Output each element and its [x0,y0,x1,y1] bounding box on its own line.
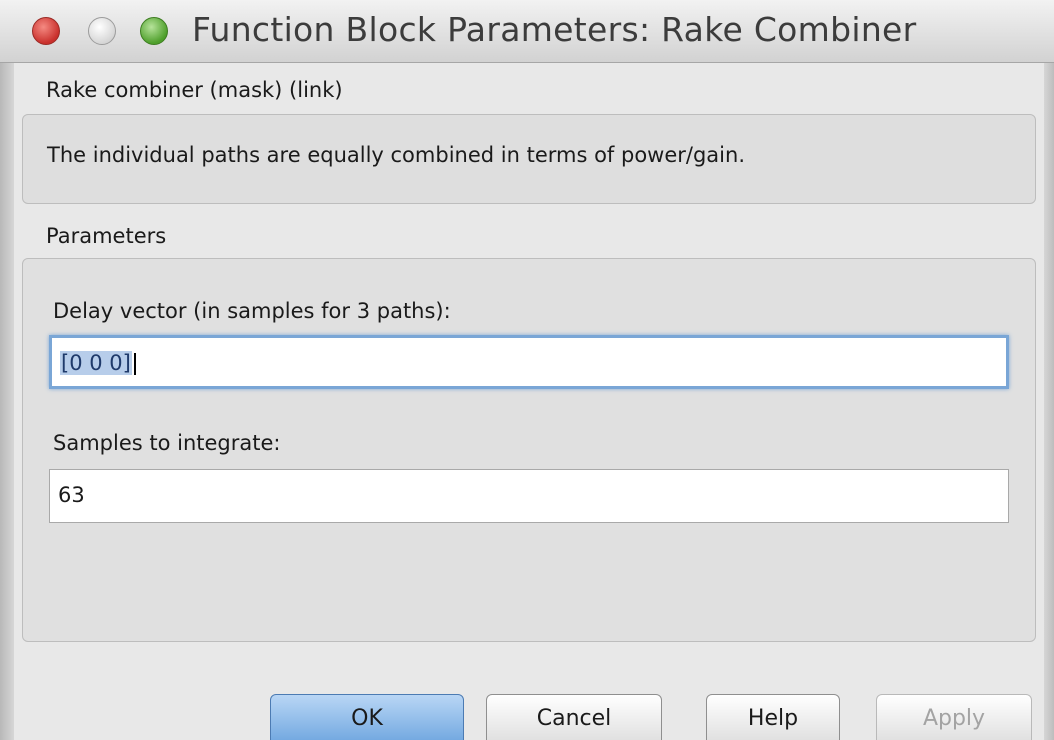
close-icon[interactable] [32,17,60,45]
background-strip-left [0,0,14,740]
delay-vector-value: [0 0 0] [60,351,132,375]
maximize-icon[interactable] [140,17,168,45]
samples-to-integrate-value: 63 [58,483,85,507]
parameters-panel: Delay vector (in samples for 3 paths): [… [22,258,1036,642]
samples-to-integrate-label: Samples to integrate: [53,431,281,455]
parameters-section-label: Parameters [46,224,167,248]
title-bar[interactable]: Function Block Parameters: Rake Combiner [0,0,1054,63]
delay-vector-input[interactable]: [0 0 0] [49,335,1009,389]
window-title: Function Block Parameters: Rake Combiner [192,10,917,49]
block-name-label: Rake combiner (mask) (link) [46,78,343,102]
samples-to-integrate-input[interactable]: 63 [49,469,1009,523]
block-description: The individual paths are equally combine… [47,143,745,167]
text-cursor [133,353,136,375]
cancel-button[interactable]: Cancel [486,694,662,740]
delay-vector-label: Delay vector (in samples for 3 paths): [53,299,451,323]
description-panel: The individual paths are equally combine… [22,114,1036,204]
apply-button[interactable]: Apply [876,694,1032,740]
ok-button[interactable]: OK [270,694,464,740]
help-button[interactable]: Help [706,694,840,740]
background-strip-right [1044,0,1054,740]
dialog-window: Function Block Parameters: Rake Combiner… [0,0,1054,740]
minimize-icon[interactable] [88,17,116,45]
